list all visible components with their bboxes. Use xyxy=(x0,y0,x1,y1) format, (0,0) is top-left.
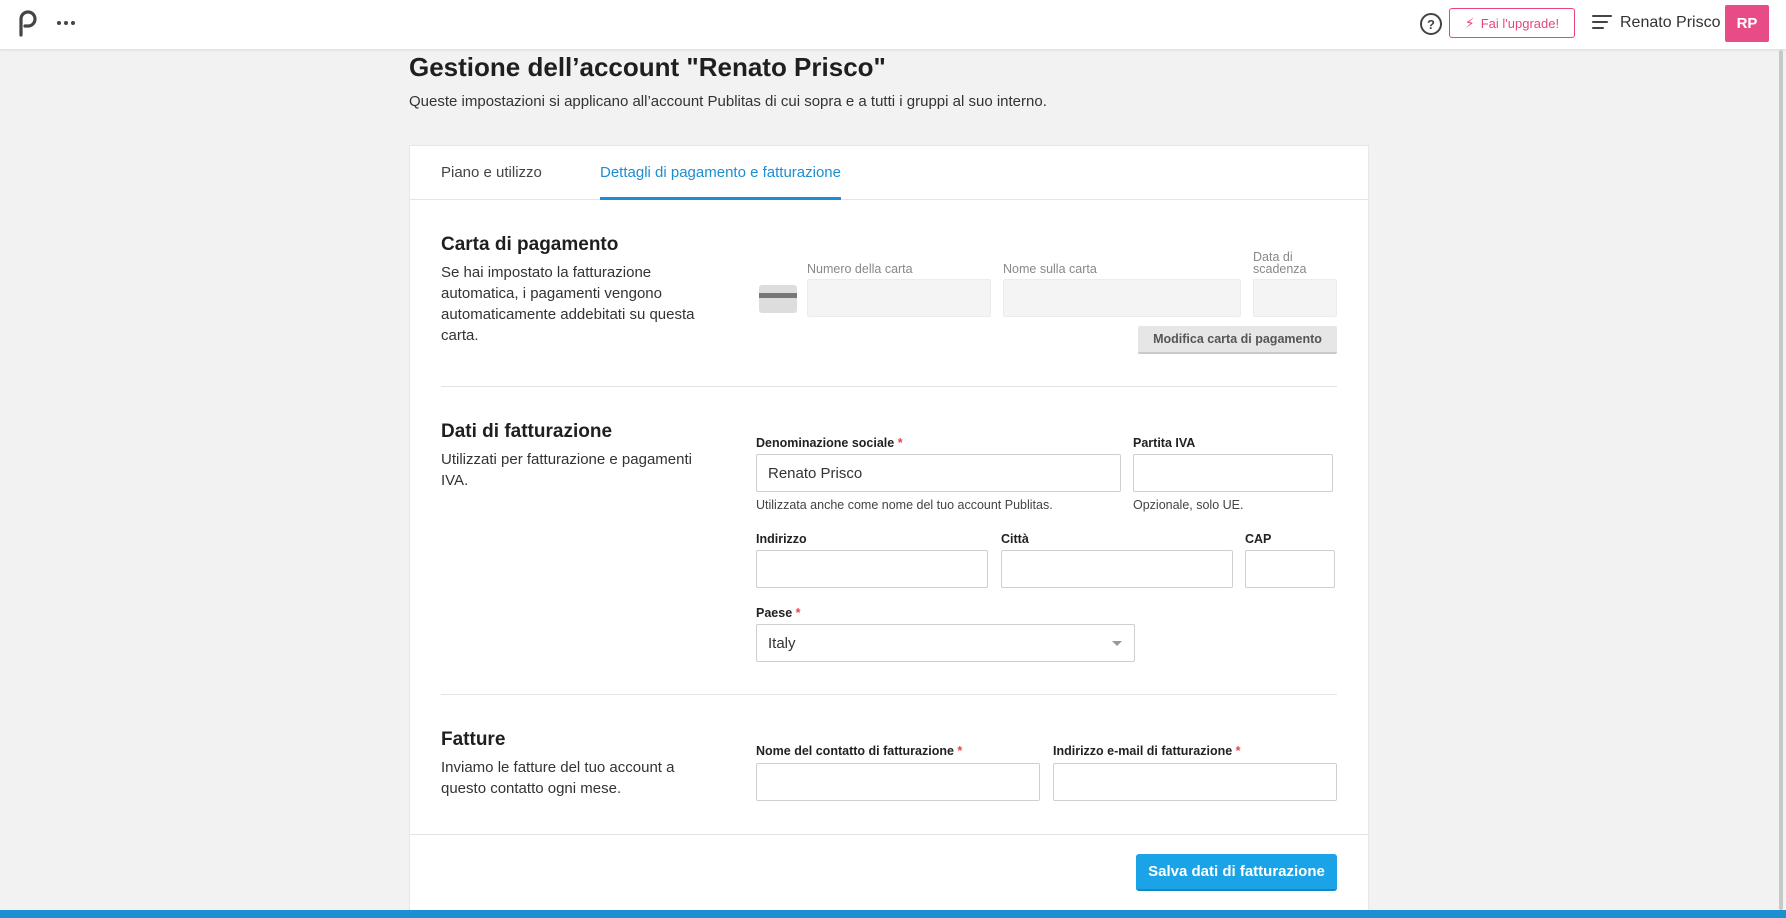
footer-divider xyxy=(410,834,1368,835)
country-label: Paese * xyxy=(756,606,801,620)
zip-input[interactable] xyxy=(1245,550,1335,588)
avatar[interactable]: RP xyxy=(1725,5,1769,42)
upgrade-button[interactable]: ⚡ Fai l'upgrade! xyxy=(1449,8,1575,38)
save-billing-button[interactable]: Salva dati di fatturazione xyxy=(1136,854,1337,891)
city-label: Città xyxy=(1001,532,1029,546)
credit-card-icon xyxy=(759,285,797,313)
address-label: Indirizzo xyxy=(756,532,807,546)
card-number-field xyxy=(807,279,991,317)
vat-label: Partita IVA xyxy=(1133,436,1196,450)
contact-email-label: Indirizzo e-mail di fatturazione * xyxy=(1053,744,1241,758)
company-name-label: Denominazione sociale * xyxy=(756,436,903,450)
page-subtitle: Queste impostazioni si applicano all’acc… xyxy=(409,93,1047,110)
card-name-field xyxy=(1003,279,1241,317)
help-icon[interactable]: ? xyxy=(1420,13,1442,35)
address-input[interactable] xyxy=(756,550,988,588)
vat-hint: Opzionale, solo UE. xyxy=(1133,498,1244,512)
tab-payment-billing[interactable]: Dettagli di pagamento e fatturazione xyxy=(600,164,841,200)
company-name-input[interactable]: Renato Prisco xyxy=(756,454,1121,492)
expiry-label: Data di scadenza xyxy=(1253,250,1307,276)
contact-email-input[interactable] xyxy=(1053,763,1337,801)
contact-name-label: Nome del contatto di fatturazione * xyxy=(756,744,963,758)
settings-card: Piano e utilizzo Dettagli di pagamento e… xyxy=(409,145,1369,918)
upgrade-button-label: Fai l'upgrade! xyxy=(1480,15,1560,31)
country-select-value: Italy xyxy=(768,634,796,652)
bottom-accent-bar xyxy=(0,910,1786,918)
scrollbar-thumb[interactable] xyxy=(1779,50,1783,910)
top-bar: ? ⚡ Fai l'upgrade! Renato Prisco RP xyxy=(0,0,1786,50)
more-options-icon[interactable] xyxy=(54,12,78,34)
vat-input[interactable] xyxy=(1133,454,1333,492)
scrollbar[interactable] xyxy=(1776,50,1786,910)
expiry-field xyxy=(1253,279,1337,317)
hamburger-menu-icon[interactable] xyxy=(1592,15,1612,31)
chevron-down-icon xyxy=(1112,641,1122,646)
modify-card-button[interactable]: Modifica carta di pagamento xyxy=(1138,326,1337,354)
user-name[interactable]: Renato Prisco xyxy=(1620,14,1721,32)
zip-label: CAP xyxy=(1245,532,1272,546)
payment-card-description: Se hai impostato la fatturazione automat… xyxy=(441,264,695,344)
billing-description: Utilizzati per fatturazione e pagamenti … xyxy=(441,451,692,489)
tab-bar: Piano e utilizzo Dettagli di pagamento e… xyxy=(410,146,1368,200)
card-name-label: Nome sulla carta xyxy=(1003,262,1097,276)
section-divider xyxy=(441,386,1337,387)
card-number-label: Numero della carta xyxy=(807,262,913,276)
publitas-logo-icon[interactable] xyxy=(16,8,38,38)
country-select[interactable]: Italy xyxy=(756,624,1135,662)
contact-name-input[interactable] xyxy=(756,763,1040,801)
section-divider xyxy=(441,694,1337,695)
invoices-description: Inviamo le fatture del tuo account a que… xyxy=(441,759,675,797)
billing-title: Dati di fatturazione xyxy=(441,421,613,442)
city-input[interactable] xyxy=(1001,550,1233,588)
company-name-hint: Utilizzata anche come nome del tuo accou… xyxy=(756,498,1053,512)
invoices-title: Fatture xyxy=(441,729,506,750)
lightning-icon: ⚡ xyxy=(1464,14,1475,31)
payment-card-title: Carta di pagamento xyxy=(441,234,619,255)
tab-plan-usage[interactable]: Piano e utilizzo xyxy=(441,164,542,200)
page-title: Gestione dell’account "Renato Prisco" xyxy=(409,52,886,82)
